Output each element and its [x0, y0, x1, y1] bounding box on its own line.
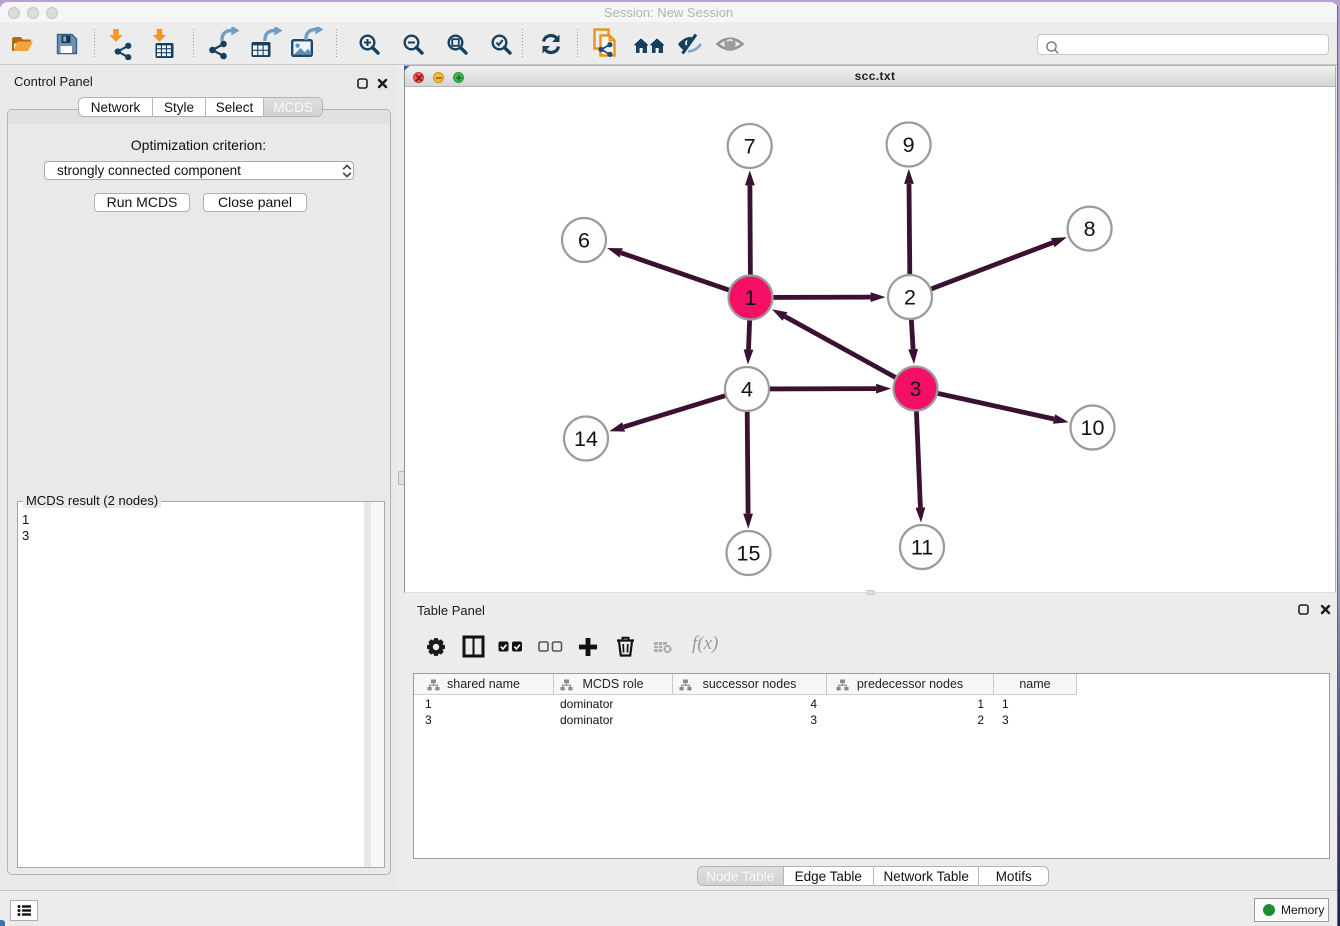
- svg-text:11: 11: [911, 535, 933, 559]
- svg-text:4: 4: [741, 377, 753, 401]
- svg-text:7: 7: [744, 134, 756, 158]
- svg-text:2: 2: [904, 285, 916, 309]
- svg-text:9: 9: [903, 133, 915, 157]
- svg-text:14: 14: [574, 427, 598, 451]
- svg-text:6: 6: [578, 228, 590, 252]
- svg-text:1: 1: [745, 286, 757, 310]
- svg-text:10: 10: [1081, 416, 1105, 440]
- svg-text:8: 8: [1084, 217, 1096, 241]
- svg-text:3: 3: [910, 377, 922, 401]
- svg-text:15: 15: [737, 541, 761, 565]
